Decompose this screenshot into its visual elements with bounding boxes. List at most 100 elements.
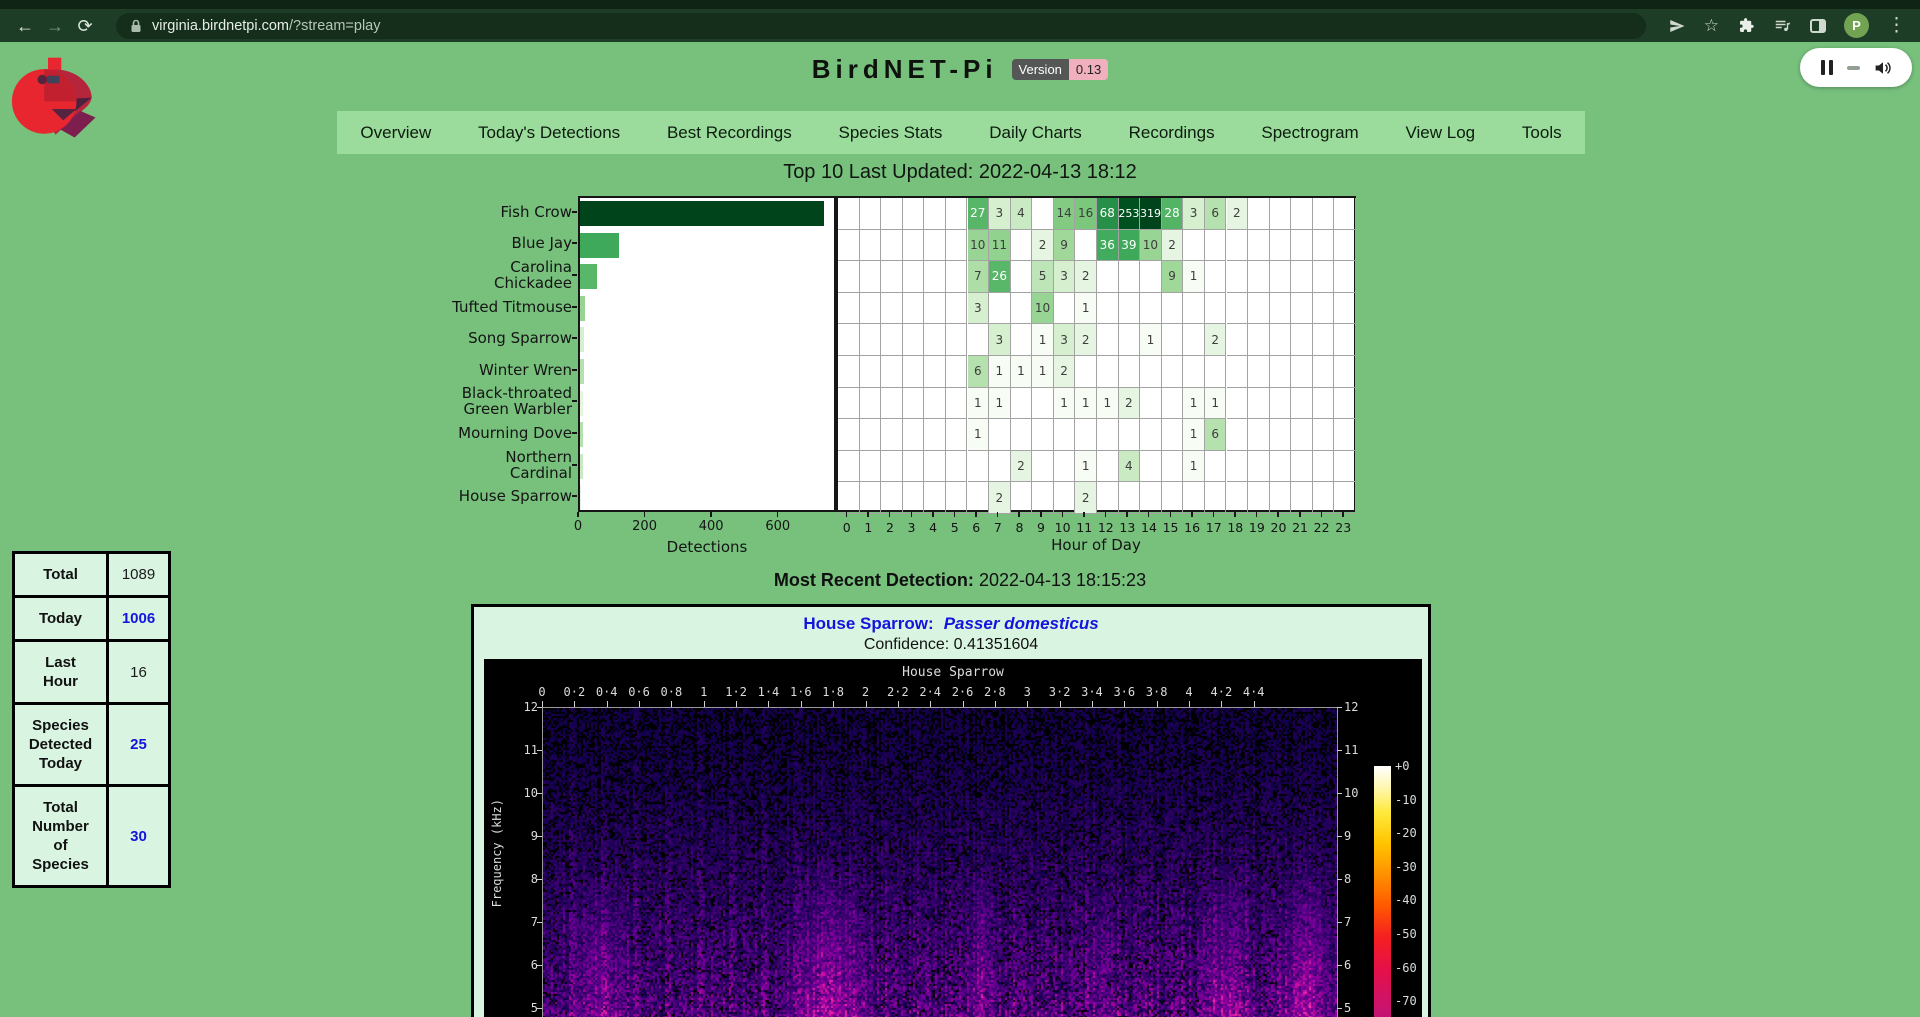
heatmap-cell: 4	[1119, 451, 1141, 483]
heatmap-cell	[1291, 230, 1313, 262]
nav-item-species-stats[interactable]: Species Stats	[838, 123, 942, 143]
address-bar[interactable]: virginia.birdnetpi.com/?stream=play	[116, 13, 1646, 39]
browser-forward-button[interactable]: →	[40, 17, 70, 35]
version-label: Version	[1012, 59, 1069, 80]
spec-ytick-label: 6	[1344, 958, 1378, 972]
heatmap-cell	[1075, 356, 1097, 388]
send-icon[interactable]	[1668, 17, 1686, 35]
heatmap-cell	[1313, 324, 1335, 356]
media-controls-icon[interactable]	[1773, 17, 1792, 35]
nav-item-view-log[interactable]: View Log	[1405, 123, 1475, 143]
browser-back-button[interactable]: ←	[10, 17, 40, 35]
side-panel-icon[interactable]	[1810, 19, 1826, 33]
bar-house-sparrow	[580, 485, 581, 510]
colorbar-tick-label: -40	[1395, 893, 1417, 907]
hour-tick-label: 19	[1249, 520, 1265, 535]
heatmap-cell	[1313, 293, 1335, 325]
heatmap-cell: 26	[989, 261, 1011, 293]
heatmap-cell	[881, 419, 903, 451]
heatmap-cell	[881, 388, 903, 420]
nav-item-recordings[interactable]: Recordings	[1129, 123, 1215, 143]
heatmap-cell: 9	[1054, 230, 1076, 262]
heatmap-cell: 39	[1119, 230, 1141, 262]
heatmap-cell	[1097, 293, 1119, 325]
spectrogram-figure: House Sparrow Frequency (kHz) 00·20·40·6…	[484, 659, 1422, 1017]
spec-ytick-label: 7	[504, 915, 538, 929]
heatmap-cell: 2	[989, 482, 1011, 514]
hour-tick-label: 22	[1314, 520, 1330, 535]
most-recent-time: 2022-04-13 18:15:23	[979, 570, 1146, 590]
profile-avatar[interactable]: P	[1844, 13, 1869, 38]
detection-confidence-line: Confidence: 0.41351604	[474, 636, 1428, 654]
heatmap-cell	[881, 451, 903, 483]
heatmap-cell	[903, 230, 925, 262]
heatmap-cell	[903, 419, 925, 451]
heatmap-cell	[1162, 388, 1184, 420]
heatmap-cell	[838, 261, 860, 293]
stats-value[interactable]: 25	[108, 704, 170, 786]
species-label: Blue Jay	[372, 228, 572, 260]
heatmap-cell: 2	[1075, 324, 1097, 356]
colorbar-tick-label: -50	[1395, 927, 1417, 941]
heatmap-cell	[924, 198, 946, 230]
nav-item-tools[interactable]: Tools	[1522, 123, 1562, 143]
heatmap-cell	[1313, 388, 1335, 420]
detection-species-link[interactable]: House Sparrow:	[803, 614, 933, 633]
heatmap-cell: 6	[1205, 198, 1227, 230]
url-text: virginia.birdnetpi.com/?stream=play	[152, 18, 381, 34]
main-nav: Overview Today's Detections Best Recording…	[337, 111, 1585, 154]
heatmap-cell	[946, 293, 968, 325]
nav-item-best-recordings[interactable]: Best Recordings	[667, 123, 792, 143]
hour-tick-label: 21	[1292, 520, 1308, 535]
heatmap-cell	[1227, 230, 1249, 262]
heatmap-cell	[903, 324, 925, 356]
nav-item-overview[interactable]: Overview	[360, 123, 431, 143]
menu-dots-icon[interactable]: ⋮	[1887, 16, 1906, 35]
stats-label: Today	[14, 597, 108, 641]
nav-item-today-s-detections[interactable]: Today's Detections	[478, 123, 620, 143]
spectrogram-title: House Sparrow	[484, 665, 1422, 680]
heatmap-cell	[946, 419, 968, 451]
heatmap-cell	[1334, 388, 1356, 420]
heatmap-cell	[1248, 324, 1270, 356]
stats-value[interactable]: 30	[108, 786, 170, 887]
spec-ytick-label: 9	[504, 829, 538, 843]
bar-fish-crow	[580, 201, 824, 226]
stats-value[interactable]: 1006	[108, 597, 170, 641]
spectrogram-plot	[542, 707, 1338, 1017]
heatmap-cell	[946, 482, 968, 514]
heatmap-cell: 1	[1183, 388, 1205, 420]
species-label: Black-throated Green Warbler	[372, 386, 572, 418]
colorbar-tick-label: -20	[1395, 826, 1417, 840]
heatmap-cell	[1097, 419, 1119, 451]
nav-item-daily-charts[interactable]: Daily Charts	[989, 123, 1082, 143]
heatmap-cell: 36	[1097, 230, 1119, 262]
species-label: Carolina Chickadee	[372, 259, 572, 291]
heatmap-cell	[1334, 261, 1356, 293]
heatmap-cell	[989, 293, 1011, 325]
heatmap-cell	[1291, 451, 1313, 483]
spec-xtick-label: 0·4	[596, 685, 618, 699]
heatmap-cell: 2	[1054, 356, 1076, 388]
browser-reload-button[interactable]: ⟳	[70, 17, 100, 35]
heatmap-cell	[1248, 482, 1270, 514]
bar-song-sparrow	[580, 327, 584, 352]
heatmap-cell	[838, 419, 860, 451]
heatmap-cell	[1248, 293, 1270, 325]
heatmap-cell	[946, 356, 968, 388]
hour-tick-label: 5	[951, 520, 959, 535]
spectrogram-yaxis-label: Frequency (kHz)	[490, 799, 504, 907]
heatmap-cell	[903, 261, 925, 293]
stats-label: Last Hour	[14, 641, 108, 704]
heatmap-cell	[1032, 419, 1054, 451]
bar-xtick-label: 0	[574, 519, 582, 534]
spec-xtick-label: 1·8	[822, 685, 844, 699]
birdnetpi-page: BirdNET-Pi Version 0.13 OverviewToday's …	[0, 42, 1920, 1017]
hour-tick-label: 13	[1119, 520, 1135, 535]
hour-tick-label: 7	[994, 520, 1002, 535]
extensions-puzzle-icon[interactable]	[1737, 17, 1755, 35]
hour-tick-label: 9	[1037, 520, 1045, 535]
nav-item-spectrogram[interactable]: Spectrogram	[1261, 123, 1358, 143]
species-label: Winter Wren	[372, 354, 572, 386]
bookmark-star-icon[interactable]: ☆	[1704, 17, 1719, 34]
